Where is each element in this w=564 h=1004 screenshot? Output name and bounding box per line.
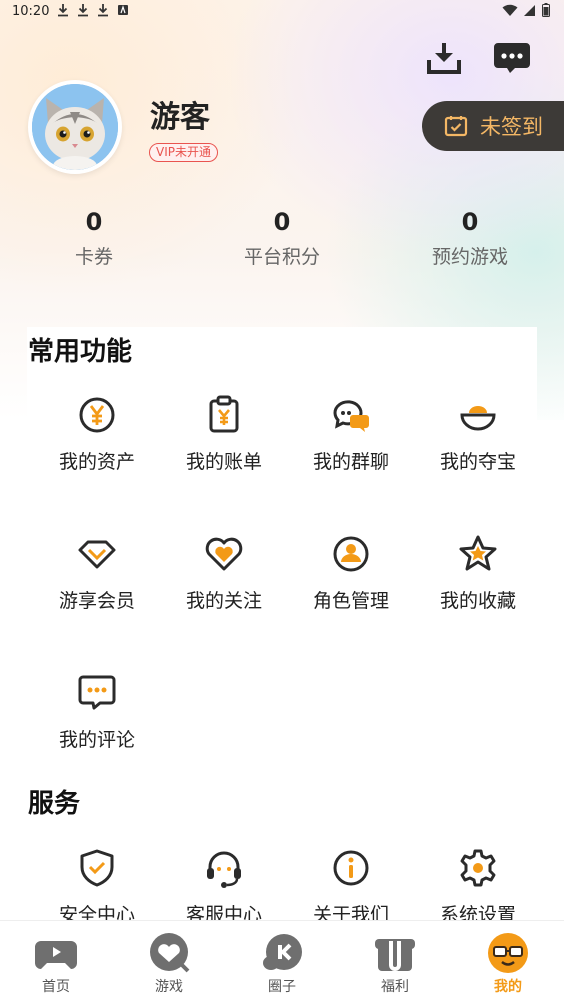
user-circle-icon: [333, 536, 369, 572]
func-label: 角色管理: [312, 590, 389, 612]
app-notification-icon: [118, 5, 128, 15]
status-bar: 10:20: [0, 0, 564, 24]
status-notifications: [57, 3, 129, 17]
func-my-comments[interactable]: 我的评论: [33, 673, 161, 773]
info-icon: [333, 850, 369, 886]
yen-coin-icon: [79, 397, 115, 433]
func-label: 我的资产: [58, 451, 135, 473]
services-title: 服务: [28, 789, 81, 819]
func-label: 我的账单: [185, 451, 262, 473]
download-tray-icon: [427, 43, 461, 74]
nav-label: 首页: [42, 979, 70, 995]
calendar-check-icon: [444, 116, 468, 137]
heart-icon: [205, 537, 243, 571]
nav-label: 圈子: [268, 979, 296, 995]
shield-check-icon: [80, 849, 114, 887]
func-role-management[interactable]: 角色管理: [287, 534, 415, 634]
cat-avatar-icon: [32, 84, 118, 170]
nav-games[interactable]: 游戏: [113, 931, 225, 996]
wifi-icon: [502, 4, 518, 16]
stat-value: 0: [85, 208, 103, 236]
func-my-bills[interactable]: 我的账单: [160, 395, 288, 495]
status-system-icons: [502, 3, 550, 17]
func-label: 游享会员: [58, 590, 135, 612]
nav-circle[interactable]: 圈子: [226, 931, 338, 996]
diamond-icon: [78, 540, 116, 569]
stat-label: 卡券: [74, 246, 113, 268]
bill-icon: [209, 395, 239, 433]
func-my-favorites[interactable]: 我的收藏: [414, 534, 542, 634]
treasure-bowl-icon: [460, 406, 496, 431]
star-icon: [459, 535, 497, 571]
headset-icon: [207, 851, 241, 888]
func-label: 我的收藏: [439, 590, 516, 612]
signal-icon: [524, 4, 535, 16]
stat-value: 0: [461, 208, 479, 236]
stat-label: 预约游戏: [431, 246, 508, 268]
comment-icon: [78, 675, 116, 710]
func-label: 我的关注: [185, 590, 262, 612]
func-my-group-chats[interactable]: 我的群聊: [287, 395, 415, 495]
gift-icon: [375, 939, 415, 971]
stat-reserved-games[interactable]: 0 预约游戏: [395, 206, 545, 269]
download-manager-button[interactable]: [422, 38, 466, 78]
nav-label: 我的: [494, 979, 522, 995]
nav-label: 游戏: [155, 979, 183, 995]
settings-gear-icon: [460, 849, 496, 887]
nav-home[interactable]: 首页: [0, 931, 112, 996]
download-icon: [98, 4, 108, 17]
nav-welfare[interactable]: 福利: [339, 931, 451, 996]
bottom-nav: 首页 游戏 圈子 福利 我的: [0, 920, 564, 1004]
func-vip-member[interactable]: 游享会员: [33, 534, 161, 634]
stat-value: 0: [273, 208, 291, 236]
func-my-follows[interactable]: 我的关注: [160, 534, 288, 634]
nav-mine[interactable]: 我的: [452, 931, 564, 996]
message-bubble-icon: [494, 43, 530, 73]
download-icon: [58, 4, 68, 17]
gamepad-icon: [35, 941, 77, 969]
nav-label: 福利: [381, 979, 409, 995]
func-label: 我的评论: [58, 729, 135, 751]
messages-button[interactable]: [490, 38, 534, 78]
group-chat-icon: [333, 400, 369, 432]
stat-points[interactable]: 0 平台积分: [207, 206, 357, 269]
func-label: 我的群聊: [312, 451, 389, 473]
checkin-button[interactable]: 未签到: [422, 101, 564, 151]
common-functions-title: 常用功能: [28, 337, 133, 367]
func-my-treasure[interactable]: 我的夺宝: [414, 395, 542, 495]
download-icon: [78, 4, 88, 17]
vip-status-badge[interactable]: VIP未开通: [149, 143, 218, 162]
battery-icon: [542, 3, 550, 17]
game-heart-icon: [150, 933, 190, 973]
checkin-label: 未签到: [480, 115, 543, 139]
stat-label: 平台积分: [243, 246, 320, 268]
circle-chat-icon: [263, 934, 302, 970]
username[interactable]: 游客: [150, 92, 210, 136]
stat-coupons[interactable]: 0 卡券: [19, 206, 169, 269]
mascot-face-icon: [488, 933, 528, 973]
func-label: 我的夺宝: [439, 451, 516, 473]
func-my-assets[interactable]: 我的资产: [33, 395, 161, 495]
status-time: 10:20: [12, 4, 50, 19]
avatar[interactable]: [28, 80, 122, 174]
stats-row: 0 卡券 0 平台积分 0 预约游戏: [0, 206, 564, 276]
